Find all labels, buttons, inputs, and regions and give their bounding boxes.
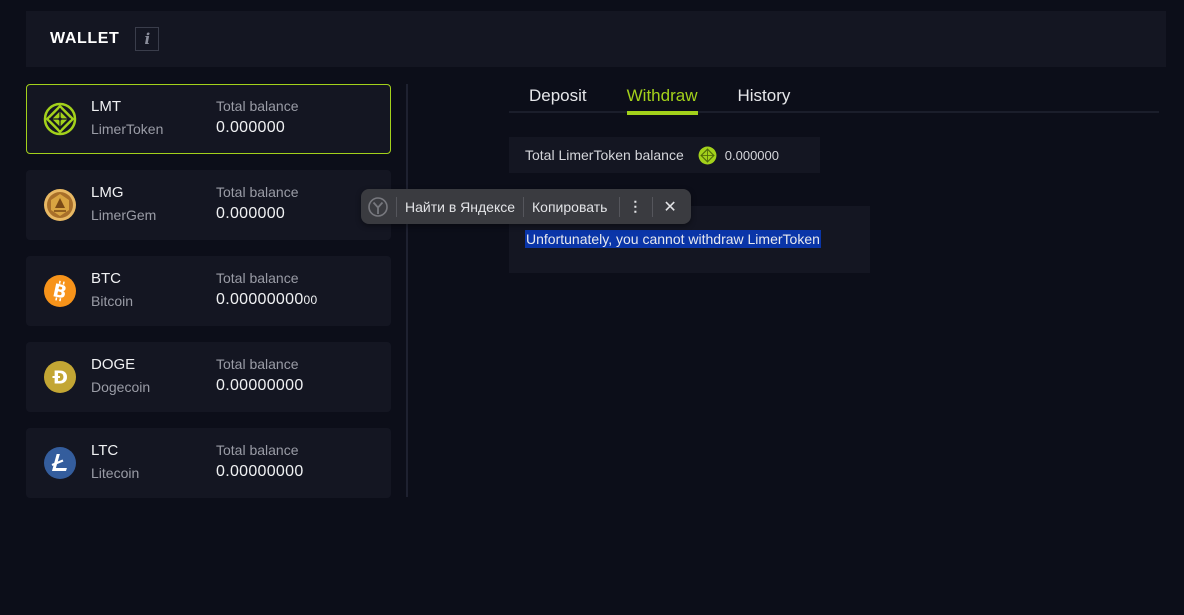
coin-name: LimerToken	[91, 121, 164, 137]
panel-divider	[406, 84, 408, 497]
balance-label: Total balance	[216, 270, 299, 286]
token-balance-value: 0.000000	[724, 147, 779, 163]
info-icon[interactable]: i	[135, 27, 160, 51]
balance-suffix: 00	[303, 293, 318, 307]
token-balance-label: Total LimerToken balance	[525, 147, 684, 163]
coin-symbol: LMT	[91, 98, 121, 115]
balance-amount: 0.000000	[216, 205, 286, 222]
balance-amount: 0.00000000	[216, 377, 304, 394]
wallet-list: LMT LimerToken Total balance 0.000000 LM…	[26, 84, 391, 514]
wallet-card-doge[interactable]: D DOGE Dogecoin Total balance 0.00000000	[26, 342, 391, 412]
close-icon[interactable]: ✕	[663, 197, 676, 217]
bitcoin-icon: B	[43, 274, 77, 308]
search-yandex-button[interactable]: Найти в Яндексе	[405, 199, 515, 215]
yandex-logo-icon[interactable]	[368, 196, 388, 217]
balance-amount: 0.00000000	[216, 463, 304, 480]
copy-button[interactable]: Копировать	[532, 199, 607, 215]
selection-context-menu: Найти в Яндексе Копировать ⋮ ✕	[361, 189, 691, 224]
wallet-card-lmg[interactable]: LMG LimerGem Total balance 0.000000	[26, 170, 391, 240]
menu-separator	[652, 196, 654, 217]
wallet-card-lmt[interactable]: LMT LimerToken Total balance 0.000000	[26, 84, 391, 154]
limertoken-icon	[43, 102, 77, 136]
more-options-icon[interactable]: ⋮	[628, 198, 642, 215]
tab-history[interactable]: History	[738, 76, 791, 113]
wallet-card-ltc[interactable]: LTC Litecoin Total balance 0.00000000	[26, 428, 391, 498]
wallet-tabs: Deposit Withdraw History	[509, 76, 1159, 115]
menu-separator	[396, 196, 397, 217]
limertoken-icon	[698, 146, 717, 165]
balance-value: 0.000000	[216, 205, 285, 223]
coin-name: LimerGem	[91, 207, 157, 223]
coin-symbol: DOGE	[91, 356, 136, 373]
tab-withdraw[interactable]: Withdraw	[626, 76, 698, 115]
balance-amount: 0.000000	[216, 119, 286, 136]
balance-value: 0.00000000	[216, 377, 304, 395]
balance-value: 0.00000000	[216, 463, 304, 481]
coin-symbol: LMG	[91, 184, 124, 201]
coin-name: Dogecoin	[91, 379, 151, 395]
balance-label: Total balance	[216, 356, 299, 372]
coin-name: Bitcoin	[91, 293, 134, 309]
dogecoin-icon: D	[43, 360, 77, 394]
balance-label: Total balance	[216, 184, 299, 200]
page-title: WALLET	[50, 30, 120, 47]
coin-name: Litecoin	[91, 465, 140, 481]
coin-symbol: BTC	[91, 270, 121, 287]
wallet-card-btc[interactable]: B BTC Bitcoin Total balance 0.0000000000	[26, 256, 391, 326]
withdraw-notice-text: Unfortunately, you cannot withdraw Limer…	[525, 230, 821, 248]
litecoin-icon	[43, 446, 77, 480]
balance-value: 0.000000	[216, 119, 285, 137]
coin-symbol: LTC	[91, 442, 119, 459]
wallet-header: WALLET i	[26, 11, 1166, 67]
limergem-icon	[43, 188, 77, 222]
tab-deposit[interactable]: Deposit	[529, 76, 587, 113]
menu-separator	[619, 196, 621, 217]
balance-label: Total balance	[216, 442, 299, 458]
token-balance-box: Total LimerToken balance 0.000000	[509, 137, 820, 173]
menu-separator	[523, 196, 525, 217]
balance-value: 0.0000000000	[216, 291, 317, 309]
balance-label: Total balance	[216, 98, 299, 114]
balance-amount: 0.00000000	[216, 291, 304, 308]
